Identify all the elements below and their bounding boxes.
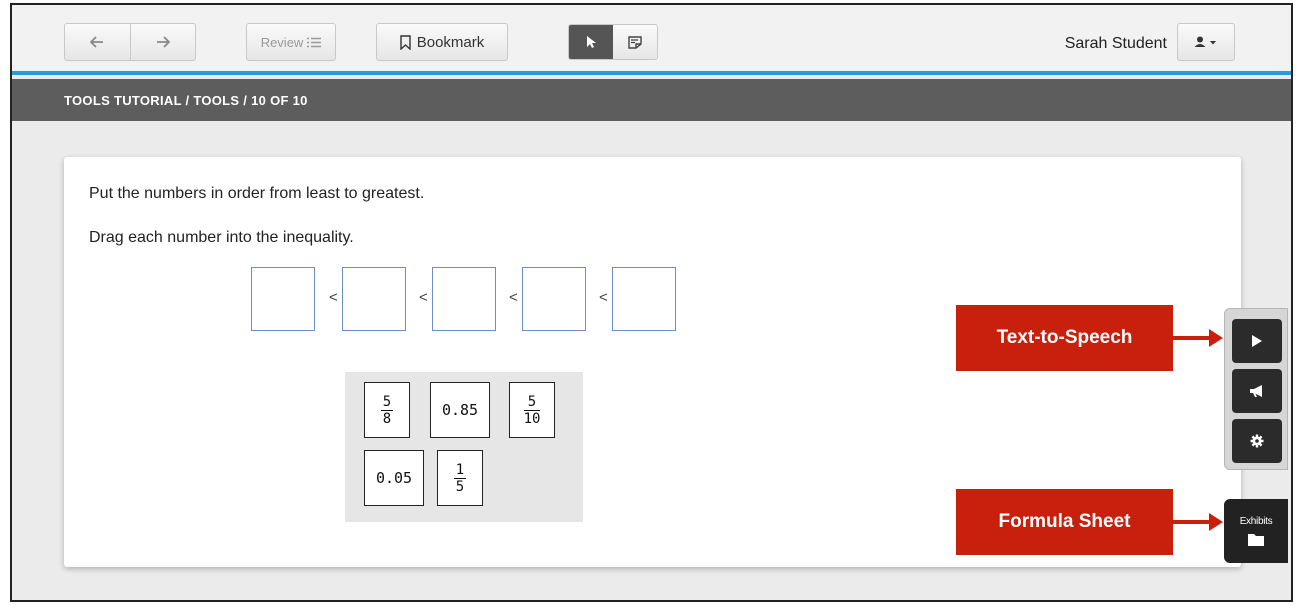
top-toolbar: Review Bookmark Sarah Student <box>12 5 1291 75</box>
review-button[interactable]: Review <box>246 23 336 61</box>
gear-icon <box>1250 434 1264 448</box>
breadcrumb-text: TOOLS TUTORIAL / TOOLS / 10 OF 10 <box>64 93 308 108</box>
pointer-tool-button[interactable] <box>569 25 613 59</box>
less-than-symbol: < <box>419 289 428 306</box>
draggable-tile[interactable]: 5 8 <box>364 382 410 438</box>
answer-tray: 5 8 0.85 5 10 0.05 1 5 <box>345 372 583 522</box>
draggable-tile[interactable]: 0.85 <box>430 382 490 438</box>
fraction: 1 5 <box>454 463 466 494</box>
question-prompt: Put the numbers in order from least to g… <box>89 185 425 202</box>
user-menu-button[interactable] <box>1177 23 1235 61</box>
drop-slot[interactable] <box>432 267 496 331</box>
list-icon <box>307 37 322 47</box>
drop-slot[interactable] <box>342 267 406 331</box>
play-icon <box>1252 335 1262 347</box>
formula-sheet-callout: Formula Sheet <box>956 489 1173 555</box>
numerator: 5 <box>382 393 392 410</box>
tile-value: 0.05 <box>375 469 413 487</box>
exhibits-button[interactable]: Exhibits <box>1224 499 1288 563</box>
megaphone-icon <box>1250 385 1262 397</box>
review-label: Review <box>260 34 304 50</box>
exhibits-label: Exhibits <box>1239 516 1273 527</box>
bookmark-icon <box>400 34 411 50</box>
denominator: 5 <box>455 478 465 495</box>
app-frame: Review Bookmark Sarah Student TOOLS TUTO… <box>10 3 1293 602</box>
tile-value: 0.85 <box>441 401 479 419</box>
callout-label: Text-to-Speech <box>996 327 1133 348</box>
question-instruction: Drag each number into the inequality. <box>89 229 354 246</box>
fraction: 5 10 <box>523 393 541 427</box>
draggable-tile[interactable]: 0.05 <box>364 450 424 506</box>
fraction: 5 8 <box>381 395 393 426</box>
user-name: Sarah Student <box>1064 35 1167 52</box>
drop-slot[interactable] <box>522 267 586 331</box>
navigation-group <box>64 23 196 61</box>
less-than-symbol: < <box>599 289 608 306</box>
numerator: 1 <box>455 461 465 478</box>
denominator: 10 <box>523 410 541 427</box>
draggable-tile[interactable]: 5 10 <box>509 382 555 438</box>
text-to-speech-button[interactable] <box>1232 319 1282 363</box>
announce-button[interactable] <box>1232 369 1282 413</box>
forward-button[interactable] <box>129 24 196 60</box>
numerator: 5 <box>527 393 537 410</box>
less-than-symbol: < <box>509 289 518 306</box>
settings-button[interactable] <box>1232 419 1282 463</box>
pointer-icon <box>587 36 596 48</box>
sticky-note-icon <box>628 35 642 49</box>
less-than-symbol: < <box>329 289 338 306</box>
bookmark-label: Bookmark <box>416 33 485 51</box>
drop-slot[interactable] <box>251 267 315 331</box>
mode-toggle-group <box>568 24 658 60</box>
callout-arrow <box>1173 329 1223 347</box>
callout-arrow <box>1173 513 1223 531</box>
callout-label: Formula Sheet <box>998 511 1131 532</box>
draggable-tile[interactable]: 1 5 <box>437 450 483 506</box>
arrow-right-icon <box>156 36 170 48</box>
text-to-speech-callout: Text-to-Speech <box>956 305 1173 371</box>
drop-slot[interactable] <box>612 267 676 331</box>
side-tools-panel <box>1224 308 1288 470</box>
bookmark-button[interactable]: Bookmark <box>376 23 508 61</box>
back-button[interactable] <box>65 24 130 60</box>
denominator: 8 <box>382 410 392 427</box>
user-dropdown-icon <box>1194 36 1216 47</box>
folder-icon <box>1248 534 1264 546</box>
breadcrumb: TOOLS TUTORIAL / TOOLS / 10 OF 10 <box>12 79 1291 121</box>
arrow-left-icon <box>90 36 104 48</box>
notes-tool-button[interactable] <box>613 25 657 59</box>
